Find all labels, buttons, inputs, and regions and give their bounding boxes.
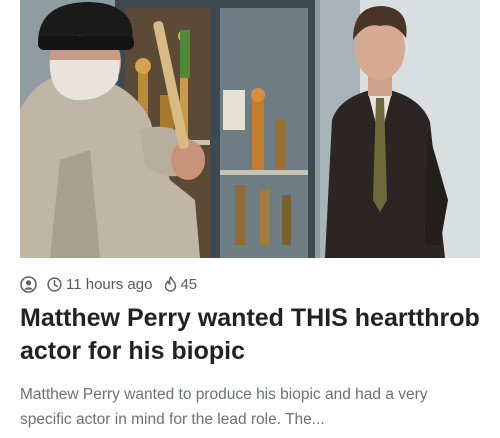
article-thumbnail[interactable] [20, 0, 480, 258]
clock-icon [47, 276, 62, 292]
article-meta: 11 hours ago 45 [20, 272, 197, 296]
views-count: 45 [180, 275, 198, 293]
article-card: 11 hours ago 45 Matthew Perry wanted THI… [0, 0, 500, 438]
article-excerpt: Matthew Perry wanted to produce his biop… [20, 386, 428, 428]
user-circle-icon[interactable] [20, 275, 37, 293]
flame-icon [164, 276, 177, 292]
article-title[interactable]: Matthew Perry wanted THIS heartthrob act… [20, 302, 480, 368]
thumbnail-scene [20, 0, 480, 258]
time-ago: 11 hours ago [66, 275, 153, 293]
